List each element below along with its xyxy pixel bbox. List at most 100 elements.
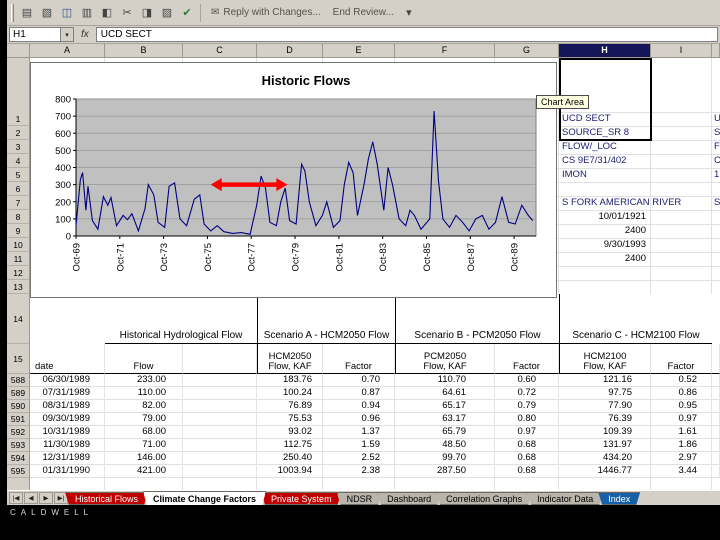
table-cell[interactable]: 1446.77	[559, 465, 651, 478]
table-cell[interactable]: 0.68	[495, 439, 559, 452]
table-cell[interactable]: 0.86	[651, 387, 712, 400]
table-cell[interactable]: 07/31/1989	[30, 387, 105, 400]
table-cell[interactable]: 121.16	[559, 374, 651, 387]
tab-scroll-first-button[interactable]: |◀	[9, 492, 23, 504]
row-header-10[interactable]: 10	[7, 238, 30, 252]
table-cell[interactable]: 71.00	[105, 439, 183, 452]
cell-h11[interactable]: 2400	[559, 252, 650, 266]
embedded-chart-object[interactable]: 800 700 600 500 400 300 200 100 0 Oct-69 Oct-71 Oct…	[30, 62, 557, 298]
select-all-button[interactable]	[7, 44, 30, 58]
print-icon[interactable]: ▥	[78, 4, 96, 22]
row-header-9[interactable]: 9	[7, 224, 30, 238]
table-cell[interactable]: 1003.94	[257, 465, 323, 478]
sheet-tab-ndsr[interactable]: NDSR	[337, 492, 383, 505]
cell-h10[interactable]: 9/30/1993	[559, 238, 650, 252]
column-header-B[interactable]: B	[105, 44, 183, 58]
row-header-595[interactable]: 595	[7, 465, 30, 478]
print-preview-icon[interactable]: ◧	[98, 4, 116, 22]
row-header-11[interactable]: 11	[7, 252, 30, 266]
row-header-7[interactable]: 7	[7, 196, 30, 210]
table-cell[interactable]: 146.00	[105, 452, 183, 465]
table-cell[interactable]	[712, 439, 720, 452]
row-header-15[interactable]: 15	[7, 344, 30, 374]
cut-icon[interactable]: ✂	[118, 4, 136, 22]
table-cell[interactable]: 2.38	[323, 465, 395, 478]
row-header-5[interactable]: 5	[7, 168, 30, 182]
table-cell[interactable]: 79.00	[105, 413, 183, 426]
table-cell[interactable]	[183, 426, 257, 439]
cell-h9[interactable]: 2400	[559, 224, 650, 238]
cell-next-col-4[interactable]: C	[713, 154, 720, 168]
table-cell[interactable]: 09/30/1989	[30, 413, 105, 426]
tab-scroll-next-button[interactable]: ▶	[39, 492, 53, 504]
row-header-593[interactable]: 593	[7, 439, 30, 452]
column-header-A[interactable]: A	[30, 44, 105, 58]
cell-next-col-5[interactable]: 1	[713, 168, 720, 182]
cell-h6[interactable]	[559, 182, 650, 196]
column-header-D[interactable]: D	[257, 44, 323, 58]
table-cell[interactable]: 0.70	[323, 374, 395, 387]
table-cell[interactable]	[712, 413, 720, 426]
copy-icon[interactable]: ◨	[138, 4, 156, 22]
table-cell[interactable]: 110.70	[395, 374, 495, 387]
table-cell[interactable]	[183, 387, 257, 400]
cell-h4[interactable]: CS 9E7/31/402	[559, 154, 650, 168]
table-cell[interactable]: 100.24	[257, 387, 323, 400]
table-cell[interactable]: 77.90	[559, 400, 651, 413]
sheet-tab-climate-change-factors[interactable]: Climate Change Factors	[143, 491, 266, 505]
table-cell[interactable]: 112.75	[257, 439, 323, 452]
table-cell[interactable]: 287.50	[395, 465, 495, 478]
table-cell[interactable]: 0.87	[323, 387, 395, 400]
table-cell[interactable]: 421.00	[105, 465, 183, 478]
column-header-C[interactable]: C	[183, 44, 257, 58]
table-cell[interactable]	[183, 413, 257, 426]
table-cell[interactable]: 63.17	[395, 413, 495, 426]
table-cell[interactable]: 1.59	[323, 439, 395, 452]
cell-next-col-3[interactable]: F	[713, 140, 720, 154]
row-header-594[interactable]: 594	[7, 452, 30, 465]
column-header-F[interactable]: F	[395, 44, 495, 58]
tab-scroll-prev-button[interactable]: ◀	[24, 492, 38, 504]
cell-h7[interactable]: S FORK AMERICAN RIVER	[559, 196, 681, 210]
row-header-4[interactable]: 4	[7, 154, 30, 168]
cell-h8[interactable]: 10/01/1921	[559, 210, 650, 224]
table-cell[interactable]: 76.89	[257, 400, 323, 413]
table-cell[interactable]: 10/31/1989	[30, 426, 105, 439]
table-cell[interactable]	[183, 439, 257, 452]
column-header-H[interactable]: H	[559, 44, 651, 58]
row-header-3[interactable]: 3	[7, 140, 30, 154]
row-header-588[interactable]: 588	[7, 374, 30, 387]
table-cell[interactable]: 0.79	[495, 400, 559, 413]
table-cell[interactable]: 01/31/1990	[30, 465, 105, 478]
row-header-591[interactable]: 591	[7, 413, 30, 426]
table-cell[interactable]: 0.72	[495, 387, 559, 400]
formula-input[interactable]: UCD SECT	[95, 27, 718, 42]
column-header-E[interactable]: E	[323, 44, 395, 58]
table-cell[interactable]: 0.68	[495, 465, 559, 478]
sheet-tab-historical-flows[interactable]: Historical Flows	[65, 492, 148, 505]
save-icon[interactable]: ◫	[58, 4, 76, 22]
worksheet-grid[interactable]: 1 2 3 4 5 6 7 8 9 10 11 12 13 14 15 588 589 590 591 592 593 5…	[7, 58, 720, 490]
table-cell[interactable]: 82.00	[105, 400, 183, 413]
accept-change-icon[interactable]: ✔	[178, 4, 196, 22]
toolbar-options-chevron-icon[interactable]: ▾	[400, 4, 418, 22]
row-header-590[interactable]: 590	[7, 400, 30, 413]
sheet-tab-dashboard[interactable]: Dashboard	[377, 492, 441, 505]
table-cell[interactable]: 68.00	[105, 426, 183, 439]
table-cell[interactable]: 0.68	[495, 452, 559, 465]
table-cell[interactable]: 12/31/1989	[30, 452, 105, 465]
column-header-G[interactable]: G	[495, 44, 559, 58]
row-header-8[interactable]: 8	[7, 210, 30, 224]
table-cell[interactable]: 434.20	[559, 452, 651, 465]
table-cell[interactable]	[183, 452, 257, 465]
table-cell[interactable]: 48.50	[395, 439, 495, 452]
chart-wizard-icon[interactable]: ▨	[158, 4, 176, 22]
table-cell[interactable]: 2.97	[651, 452, 712, 465]
toolbar-grip[interactable]	[11, 3, 14, 22]
table-cell[interactable]: 11/30/1989	[30, 439, 105, 452]
table-cell[interactable]: 06/30/1989	[30, 374, 105, 387]
name-box-dropdown-icon[interactable]: ▾	[61, 27, 74, 42]
table-cell[interactable]: 1.37	[323, 426, 395, 439]
table-cell[interactable]: 1.86	[651, 439, 712, 452]
table-cell[interactable]: 131.97	[559, 439, 651, 452]
